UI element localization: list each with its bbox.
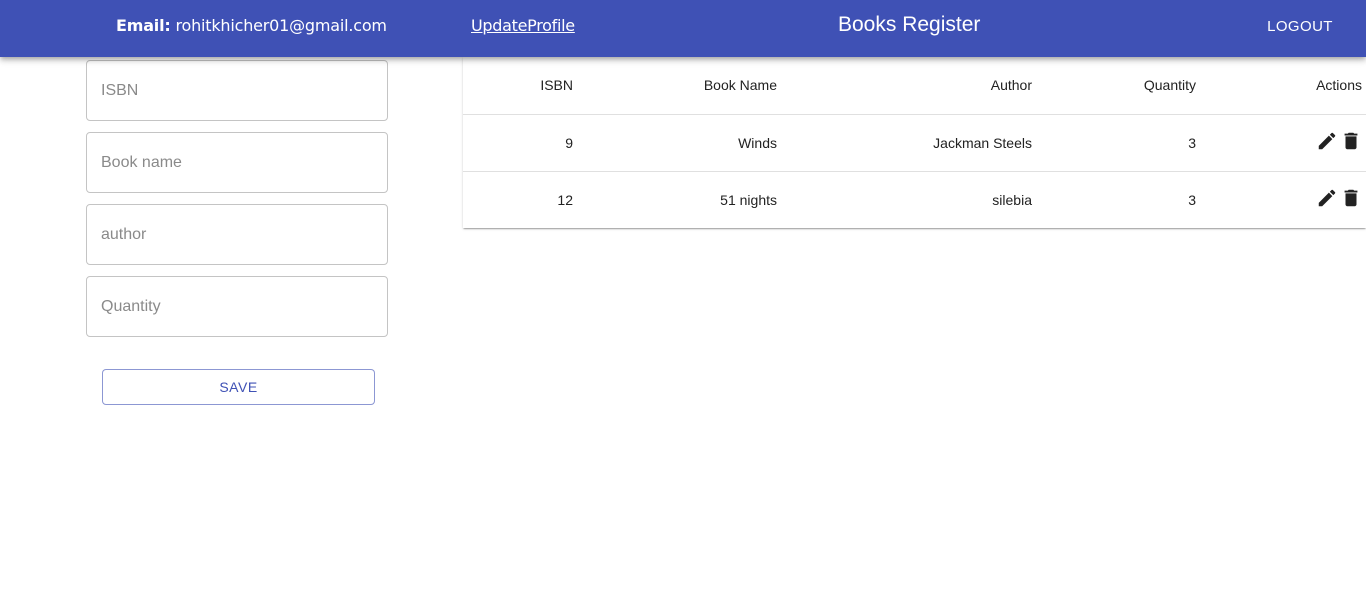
cell-isbn: 12: [557, 191, 573, 208]
author-input[interactable]: [87, 205, 387, 264]
pencil-icon[interactable]: [1316, 187, 1338, 209]
page-title: Books Register: [838, 13, 981, 36]
books-table-card: ISBN Book Name Author Quantity Actions 9…: [463, 57, 1366, 228]
cell-book-name: 51 nights: [720, 191, 777, 208]
cell-quantity: 3: [1188, 134, 1196, 151]
isbn-input[interactable]: [87, 61, 387, 120]
cell-quantity: 3: [1188, 191, 1196, 208]
isbn-field: [86, 60, 388, 121]
column-header-quantity: Quantity: [1143, 77, 1196, 94]
app-bar: Email: rohitkhicher01@gmail.com UpdatePr…: [0, 0, 1366, 57]
table-row: 9 Winds Jackman Steels 3: [463, 114, 1366, 171]
author-field: [86, 204, 388, 265]
column-header-author: Author: [990, 77, 1032, 94]
update-profile-link[interactable]: UpdateProfile: [471, 16, 575, 35]
user-email: Email: rohitkhicher01@gmail.com: [116, 16, 387, 35]
column-header-isbn: ISBN: [540, 77, 573, 94]
cell-actions: [1196, 171, 1366, 228]
cell-actions: [1196, 114, 1366, 171]
cell-author: silebia: [992, 191, 1032, 208]
table-row: 12 51 nights silebia 3: [463, 171, 1366, 228]
row-actions: [1316, 187, 1362, 209]
email-value: rohitkhicher01@gmail.com: [175, 16, 387, 35]
book-name-field: [86, 132, 388, 193]
column-header-book-name: Book Name: [703, 77, 777, 94]
save-button[interactable]: SAVE: [102, 369, 375, 405]
books-table: ISBN Book Name Author Quantity Actions 9…: [463, 57, 1366, 228]
column-header-actions: Actions: [1316, 77, 1362, 94]
trash-icon[interactable]: [1340, 187, 1362, 209]
email-label: Email:: [116, 16, 171, 35]
pencil-icon[interactable]: [1316, 130, 1338, 152]
quantity-input[interactable]: [87, 277, 387, 336]
trash-icon[interactable]: [1340, 130, 1362, 152]
cell-author: Jackman Steels: [933, 134, 1032, 151]
table-header-row: ISBN Book Name Author Quantity Actions: [463, 57, 1366, 114]
row-actions: [1316, 130, 1362, 152]
cell-book-name: Winds: [738, 134, 777, 151]
logout-button[interactable]: LOGOUT: [1254, 10, 1346, 42]
cell-isbn: 9: [565, 134, 573, 151]
quantity-field: [86, 276, 388, 337]
book-name-input[interactable]: [87, 133, 387, 192]
